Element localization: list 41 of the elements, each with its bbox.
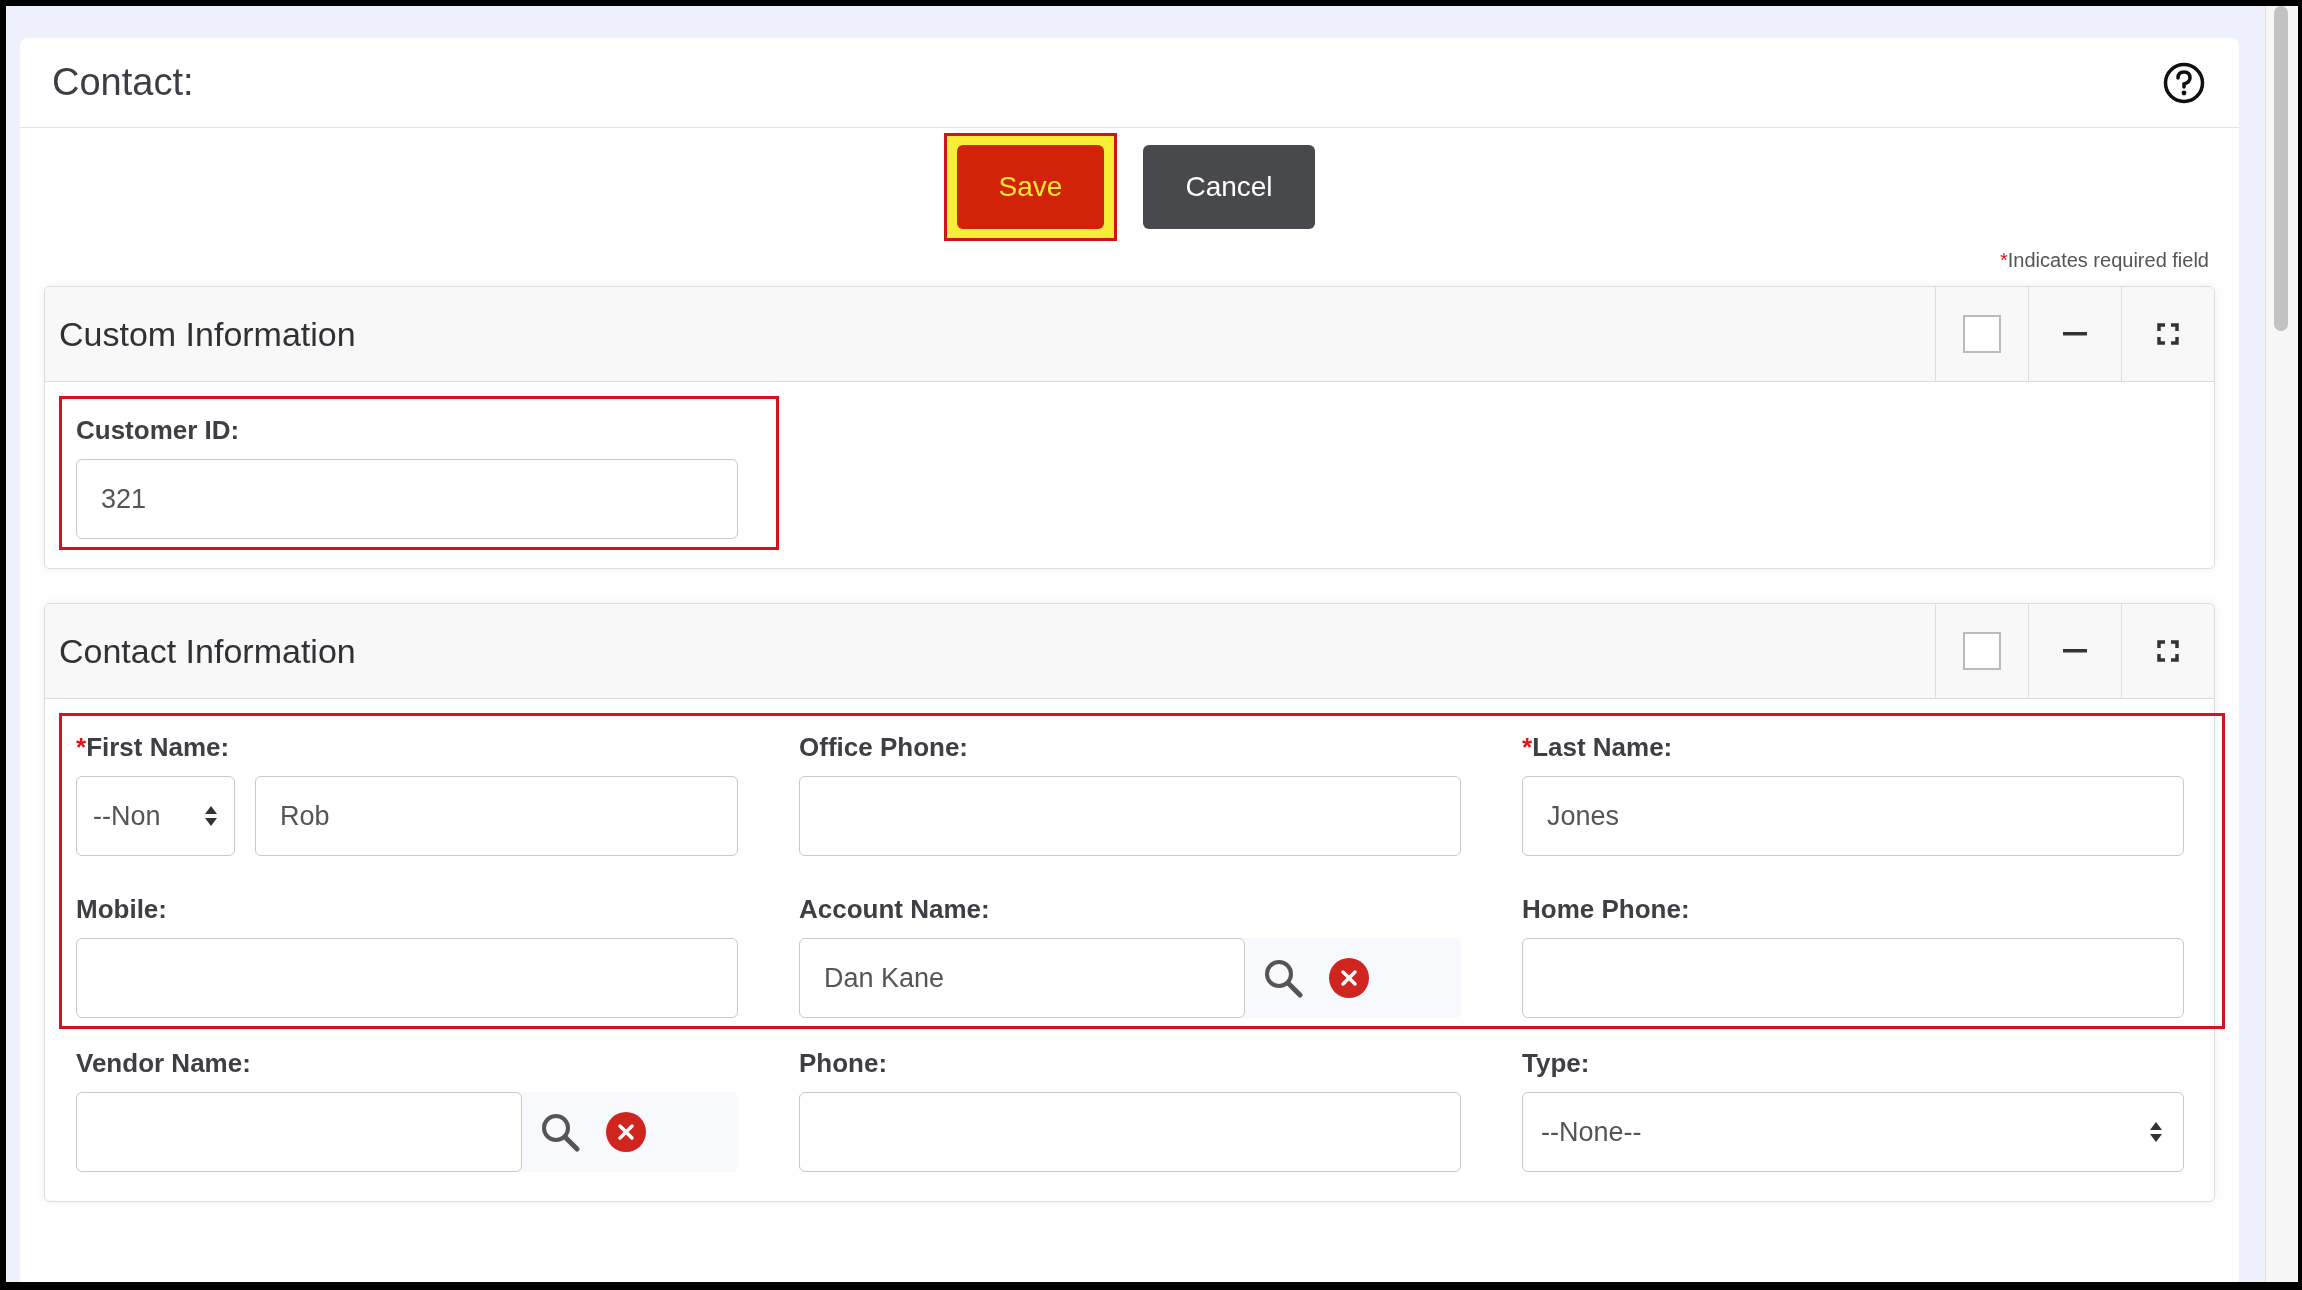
- input-field[interactable]: [76, 1092, 522, 1172]
- input-field[interactable]: [1522, 938, 2184, 1018]
- minimize-icon[interactable]: [2063, 649, 2087, 653]
- clear-icon[interactable]: [606, 1112, 646, 1152]
- panel-title: Custom Information: [58, 314, 357, 354]
- input-field[interactable]: Dan Kane: [799, 938, 1245, 1018]
- search-icon[interactable]: [1263, 958, 1303, 998]
- up-down-caret-icon: [204, 805, 218, 827]
- help-icon[interactable]: [2163, 61, 2205, 104]
- field-label: Vendor Name:: [76, 1047, 252, 1080]
- search-icon[interactable]: [540, 1112, 580, 1152]
- minimize-icon[interactable]: [2063, 332, 2087, 336]
- field-label: Office Phone:: [799, 731, 969, 764]
- input-field[interactable]: [799, 776, 1461, 856]
- save-button[interactable]: Save: [957, 145, 1104, 229]
- expand-icon[interactable]: [2157, 640, 2179, 662]
- input-field[interactable]: Jones: [1522, 776, 2184, 856]
- expand-icon[interactable]: [2157, 323, 2179, 345]
- field-label: Account Name:: [799, 893, 991, 926]
- field-label: Mobile:: [76, 893, 168, 926]
- field-label: *First Name:: [76, 731, 231, 764]
- panel-title: Contact Information: [58, 631, 357, 671]
- input-field[interactable]: Rob: [255, 776, 738, 856]
- field-label: Home Phone:: [1522, 893, 1691, 926]
- field-label: Type:: [1522, 1047, 1591, 1080]
- input-field[interactable]: [799, 1092, 1461, 1172]
- field-label: Phone:: [799, 1047, 889, 1080]
- input-field[interactable]: [76, 938, 738, 1018]
- page-title: Contact:: [52, 61, 194, 104]
- salutation-select[interactable]: --Non: [76, 776, 235, 856]
- input-field[interactable]: 321: [76, 459, 738, 539]
- cancel-button[interactable]: Cancel: [1143, 145, 1315, 229]
- scrollbar[interactable]: [2265, 6, 2298, 1282]
- field-label: Customer ID:: [76, 414, 241, 447]
- panel-checkbox[interactable]: [1963, 315, 2001, 353]
- required-note: *Indicates required field: [1999, 249, 2209, 271]
- panel-checkbox[interactable]: [1963, 632, 2001, 670]
- clear-icon[interactable]: [1329, 958, 1369, 998]
- type-select[interactable]: --None--: [1522, 1092, 2184, 1172]
- up-down-caret-icon: [2149, 1121, 2163, 1143]
- field-label: *Last Name:: [1522, 731, 1674, 764]
